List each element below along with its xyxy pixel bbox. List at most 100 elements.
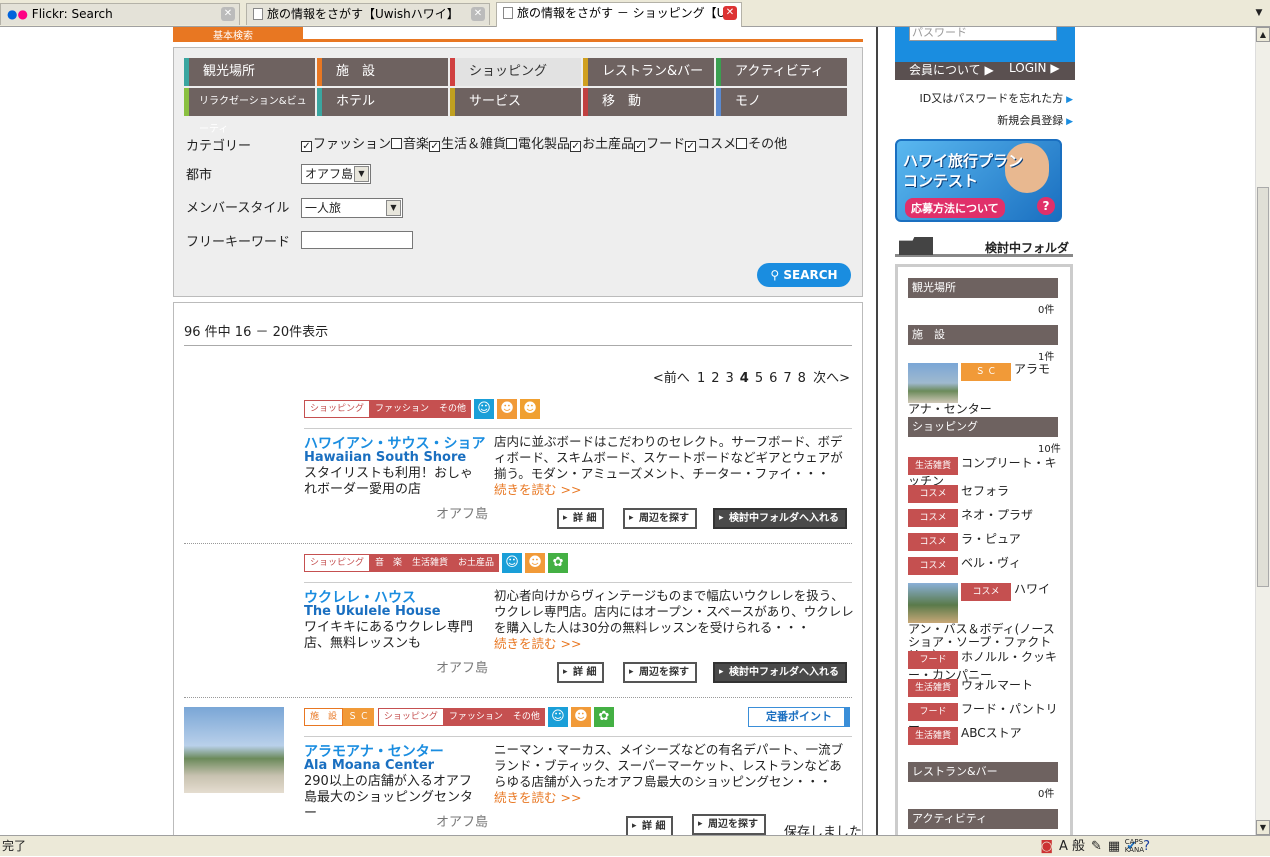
folder-item[interactable]: 生活雑貨 ABCストア [908,727,1058,745]
item-area: オアフ島 [436,815,489,830]
folder-cat-facility[interactable]: 施 設 [908,325,1058,345]
forgot-password-link[interactable]: ID又はパスワードを忘れた方 [919,90,1073,106]
member-style-select[interactable]: 一人旅 ▼ [301,198,403,218]
folder-cat-sightseeing[interactable]: 観光場所 [908,278,1058,298]
folder-count: 0件 [1038,305,1055,316]
add-to-folder-button[interactable]: 検討中フォルダへ入れる [713,662,847,683]
close-tab-icon[interactable]: ✕ [221,7,235,21]
category-option[interactable]: ✓ 生活＆雑貨 [429,137,506,152]
password-input[interactable]: パスワード [909,27,1057,41]
detail-button[interactable]: 詳 細 [557,508,605,529]
city-select[interactable]: オアフ島 ▼ [301,164,371,184]
pen-icon[interactable]: ✎ [1091,837,1102,857]
register-link[interactable]: 新規会員登録 [997,112,1073,128]
nav-shopping[interactable]: ショッピング [450,58,581,86]
scroll-up-icon[interactable]: ▲ [1256,27,1270,42]
folder-count: 1件 [1038,352,1055,363]
folder-item[interactable]: 生活雑貨 ウォルマート [908,679,1058,697]
add-to-folder-button[interactable]: 検討中フォルダへ入れる [713,508,847,529]
nav-activity[interactable]: アクティビティ [716,58,847,86]
nav-restaurant[interactable]: レストラン&バー [583,58,714,86]
nearby-button[interactable]: 周辺を探す [623,508,697,529]
ime-mode[interactable]: A 般 [1059,837,1085,857]
read-more-link[interactable]: 続きを読む >> [494,482,581,497]
item-title-en[interactable]: Hawaiian South Shore [304,450,466,465]
folder-item[interactable]: コスメ ベル・ヴィ [908,557,1058,575]
detail-button[interactable]: 詳 細 [557,662,605,683]
vertical-scrollbar[interactable]: ▲ ▼ [1255,27,1270,835]
folder-cat-restaurant[interactable]: レストラン&バー [908,762,1058,782]
search-button[interactable]: ⚲ SEARCH [757,263,851,287]
checkbox[interactable]: ✓ [301,141,312,152]
checkbox[interactable]: ✓ [429,141,441,152]
item-subtitle: スタイリストも利用！おしゃれボーダー愛用の店 [304,466,474,497]
item-title-en[interactable]: The Ukulele House [304,604,441,619]
pager-page[interactable]: 2 [711,371,719,386]
folder-cat-shopping[interactable]: ショッピング [908,417,1058,437]
category-option[interactable]: その他 [736,137,787,152]
folder-item[interactable]: Ｓ Ｃ アラモアナ・センター [908,363,1058,416]
checkbox[interactable] [736,138,748,149]
category-option[interactable]: ✓ お土産品 [570,137,634,152]
pager-prev[interactable]: <前へ [653,371,690,386]
help-icon[interactable]: ? [1143,837,1150,857]
pager-page[interactable]: 6 [769,371,777,386]
nav-facility[interactable]: 施 設 [317,58,448,86]
keyword-input[interactable] [301,231,413,249]
folder-cat-activity[interactable]: アクティビティ [908,809,1058,829]
nav-transport[interactable]: 移 動 [583,88,714,116]
folder-item-tag: Ｓ Ｃ [961,363,1011,381]
checkbox[interactable]: ✓ [634,141,646,152]
nav-hotel[interactable]: ホテル [317,88,448,116]
scroll-thumb[interactable] [1257,187,1269,587]
pager-page[interactable]: 4 [740,371,749,386]
tab-shopping-active[interactable]: 旅の情報をさがす － ショッピング【U... ✕ [496,2,742,27]
nav-service[interactable]: サービス [450,88,581,116]
keyboard-state: CAPS KANA [1125,838,1144,854]
dictionary-icon[interactable]: ▦ [1108,837,1120,857]
category-option[interactable]: ✓ ファッション [301,137,391,152]
tab-list-dropdown-icon[interactable]: ▼ [1252,6,1266,20]
chevron-down-icon[interactable]: ▼ [386,200,401,216]
ime-icon[interactable]: ◙ [1040,837,1053,857]
nearby-button[interactable]: 周辺を探す [623,662,697,683]
close-tab-icon[interactable]: ✕ [471,7,485,21]
checkbox[interactable]: ✓ [685,141,697,152]
checkbox-label: お土産品 [582,137,635,152]
detail-button[interactable]: 詳 細 [626,816,674,835]
nav-relaxation[interactable]: リラクゼーション&ビューティ [184,88,315,135]
read-more-link[interactable]: 続きを読む >> [494,790,581,805]
item-title-en[interactable]: Ala Moana Center [304,758,434,773]
category-option[interactable]: 電化製品 [506,137,570,152]
tab-flickr-search[interactable]: ●● Flickr: Search ✕ [0,3,240,25]
nav-sightseeing[interactable]: 観光場所 [184,58,315,86]
folder-item[interactable]: コスメ ラ・ピュア [908,533,1058,551]
folder-item[interactable]: コスメ ネオ・プラザ [908,509,1058,527]
checkbox[interactable]: ✓ [570,141,582,152]
read-more-link[interactable]: 続きを読む >> [494,636,581,651]
plan-contest-banner[interactable]: ハワイ旅行プランコンテスト 応募方法について ? [895,139,1062,222]
folder-item[interactable]: コスメ セフォラ [908,485,1058,503]
nearby-button[interactable]: 周辺を探す [692,814,766,835]
couple-icon: ☻ [525,553,546,573]
checkbox[interactable] [391,138,403,149]
pager-next[interactable]: 次へ> [813,371,850,386]
nav-goods[interactable]: モノ [716,88,847,116]
close-tab-icon[interactable]: ✕ [723,6,737,20]
checkbox[interactable] [506,138,518,149]
category-option[interactable]: 音楽 [391,137,429,152]
category-option[interactable]: ✓ コスメ [685,137,736,152]
tab-uwish-search[interactable]: 旅の情報をさがす【Uwishハワイ】 ✕ [246,3,490,25]
login-link[interactable]: LOGIN ▶ [1009,61,1060,75]
category-option[interactable]: ✓ フード [634,137,685,152]
chevron-down-icon[interactable]: ▼ [354,166,369,182]
pager-page[interactable]: 5 [755,371,763,386]
pager-page[interactable]: 7 [783,371,791,386]
pager-page[interactable]: 3 [726,371,734,386]
basic-search-tab[interactable]: 基本検索 [173,27,303,42]
item-thumbnail[interactable] [184,707,284,793]
pager-page[interactable]: 1 [697,371,705,386]
scroll-down-icon[interactable]: ▼ [1256,820,1270,835]
member-info-link[interactable]: 会員について ▶ [909,61,994,78]
pager-page[interactable]: 8 [798,371,806,386]
